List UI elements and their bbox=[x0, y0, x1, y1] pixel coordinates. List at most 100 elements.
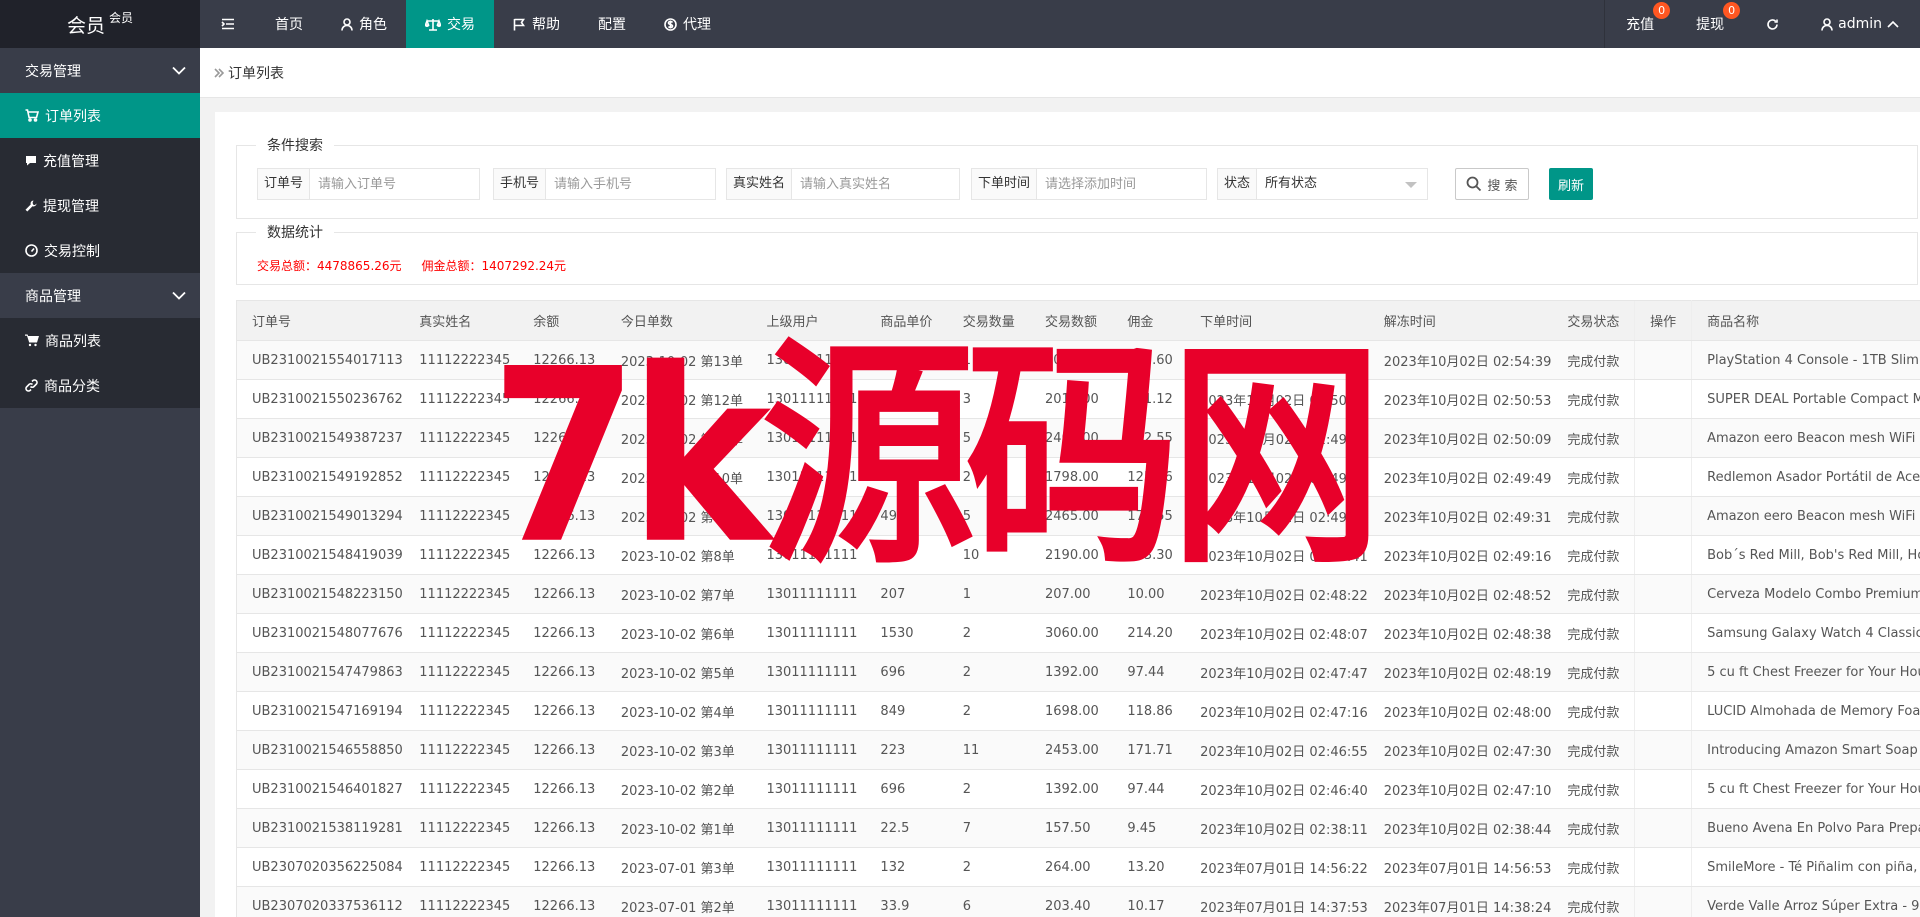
order-time-field: 下单时间 bbox=[971, 168, 1207, 200]
recharge-button[interactable]: 充值 0 bbox=[1604, 0, 1675, 48]
user-icon bbox=[1821, 17, 1833, 31]
cell-unit-price: 2015 bbox=[865, 340, 948, 380]
table-row[interactable]: UB2310021548077676 11112222345 12266.13 202… bbox=[236, 613, 1920, 653]
cell-actions[interactable] bbox=[1634, 691, 1693, 731]
cell-unfreeze-time: 2023年10月02日 02:48:38 bbox=[1368, 613, 1553, 653]
sidebar-group-trade[interactable]: 交易管理 bbox=[0, 48, 200, 93]
cell-order-id: UB2310021548419039 bbox=[236, 535, 405, 575]
cell-actions[interactable] bbox=[1634, 769, 1693, 809]
table-row[interactable]: UB2310021546558850 11112222345 12266.13 202… bbox=[236, 730, 1920, 770]
table-row[interactable]: UB2310021549192852 11112222345 12266.13 202… bbox=[236, 457, 1920, 497]
cell-actions[interactable] bbox=[1634, 847, 1693, 887]
cell-balance: 12266.13 bbox=[518, 457, 606, 497]
cell-actions[interactable] bbox=[1634, 808, 1693, 848]
column-header: 今日单数 bbox=[605, 300, 752, 341]
nav-trade[interactable]: 交易 bbox=[406, 0, 494, 48]
table-row[interactable]: UB2307020337536112 11112222345 12266.13 202… bbox=[236, 886, 1920, 917]
table-row[interactable]: UB2307020356225084 11112222345 12266.13 202… bbox=[236, 847, 1920, 887]
table-row[interactable]: UB2310021548223150 11112222345 12266.13 202… bbox=[236, 574, 1920, 614]
status-select-value: 所有状态 bbox=[1265, 176, 1318, 191]
cell-parent-user: 13011111111 bbox=[751, 691, 866, 731]
cell-order-time: 2023年10月02日 02:49:19 bbox=[1185, 457, 1369, 497]
cell-actions[interactable] bbox=[1634, 340, 1693, 380]
cell-quantity: 5 bbox=[947, 418, 1031, 458]
table-row[interactable]: UB2310021546401827 11112222345 12266.13 202… bbox=[236, 769, 1920, 809]
cell-amount: 157.50 bbox=[1030, 808, 1113, 848]
sidebar: 交易管理 订单列表 充值管理 提现管理 交易控制 商品管理 商品列表 商品分类 bbox=[0, 48, 200, 917]
cell-real-name: 11112222345 bbox=[404, 379, 519, 419]
search-button[interactable]: 搜 索 bbox=[1455, 168, 1529, 200]
cell-actions[interactable] bbox=[1634, 379, 1693, 419]
sidebar-item-trade-control[interactable]: 交易控制 bbox=[0, 228, 200, 273]
refresh-button[interactable]: 刷新 bbox=[1549, 168, 1593, 200]
refresh-page-button[interactable] bbox=[1745, 0, 1800, 48]
table-row[interactable]: UB2310021549013294 11112222345 12266.13 202… bbox=[236, 496, 1920, 536]
cell-unfreeze-time: 2023年10月02日 02:49:49 bbox=[1368, 457, 1553, 497]
nav-roles[interactable]: 角色 bbox=[322, 0, 406, 48]
cell-actions[interactable] bbox=[1634, 457, 1693, 497]
breadcrumb-current[interactable]: 订单列表 bbox=[228, 63, 284, 83]
sidebar-group-goods[interactable]: 商品管理 bbox=[0, 273, 200, 318]
cell-parent-user: 13011111111 bbox=[751, 847, 866, 887]
menu-toggle-button[interactable] bbox=[200, 0, 256, 48]
sidebar-item-goods-category[interactable]: 商品分类 bbox=[0, 363, 200, 408]
real-name-input[interactable] bbox=[792, 169, 959, 199]
user-menu[interactable]: admin bbox=[1800, 0, 1920, 48]
cell-product-name: PlayStation 4 Console - 1TB Slim Edition bbox=[1691, 340, 1920, 380]
sidebar-item-recharge[interactable]: 充值管理 bbox=[0, 138, 200, 183]
cell-today-count: 2023-10-02 第5单 bbox=[605, 652, 752, 692]
table-row[interactable]: UB2310021538119281 11112222345 12266.13 202… bbox=[236, 808, 1920, 848]
cell-unfreeze-time: 2023年10月02日 02:50:09 bbox=[1368, 418, 1553, 458]
table-row[interactable]: UB2310021547169194 11112222345 12266.13 202… bbox=[236, 691, 1920, 731]
nav-config[interactable]: 配置 bbox=[579, 0, 645, 48]
cell-product-name: Bueno Avena En Polvo Para Preparar Bebid… bbox=[1691, 808, 1920, 848]
sidebar-item-goods-list[interactable]: 商品列表 bbox=[0, 318, 200, 363]
withdraw-button[interactable]: 提现 0 bbox=[1675, 0, 1745, 48]
nav-home[interactable]: 首页 bbox=[256, 0, 322, 48]
sidebar-item-withdraw[interactable]: 提现管理 bbox=[0, 183, 200, 228]
phone-input[interactable] bbox=[546, 169, 715, 199]
cell-commission: 214.20 bbox=[1112, 613, 1186, 653]
order-time-input[interactable] bbox=[1037, 169, 1206, 199]
table-row[interactable]: UB2310021549387237 11112222345 12266.13 202… bbox=[236, 418, 1920, 458]
cell-actions[interactable] bbox=[1634, 652, 1693, 692]
cell-actions[interactable] bbox=[1634, 613, 1693, 653]
nav-help[interactable]: 帮助 bbox=[494, 0, 579, 48]
column-header: 佣金 bbox=[1112, 300, 1186, 341]
cell-actions[interactable] bbox=[1634, 730, 1693, 770]
cell-product-name: 5 cu ft Chest Freezer for Your House, Ga… bbox=[1691, 769, 1920, 809]
column-header: 上级用户 bbox=[751, 300, 866, 341]
table-row[interactable]: UB2310021547479863 11112222345 12266.13 202… bbox=[236, 652, 1920, 692]
cell-real-name: 11112222345 bbox=[404, 613, 519, 653]
nav-config-label: 配置 bbox=[598, 17, 626, 33]
cell-trade-status: 完成付款 bbox=[1552, 769, 1635, 809]
table-row[interactable]: UB2310021548419039 11112222345 12266.13 202… bbox=[236, 535, 1920, 575]
logo[interactable]: 会员 会员 bbox=[0, 0, 200, 48]
table-body: UB2310021554017113 11112222345 12266.13 202… bbox=[236, 340, 1920, 917]
cell-commission: 10.17 bbox=[1112, 886, 1186, 917]
table-row[interactable]: UB2310021550236762 11112222345 12266.13 202… bbox=[236, 379, 1920, 419]
cell-actions[interactable] bbox=[1634, 496, 1693, 536]
cell-balance: 12266.13 bbox=[518, 691, 606, 731]
cell-actions[interactable] bbox=[1634, 418, 1693, 458]
cell-balance: 12266.13 bbox=[518, 847, 606, 887]
cell-unfreeze-time: 2023年10月02日 02:50:53 bbox=[1368, 379, 1553, 419]
nav-agent[interactable]: 代理 bbox=[645, 0, 730, 48]
cell-today-count: 2023-10-02 第2单 bbox=[605, 769, 752, 809]
table-row[interactable]: UB2310021554017113 11112222345 12266.13 202… bbox=[236, 340, 1920, 380]
order-number-field: 订单号 bbox=[257, 168, 480, 200]
cell-amount: 1798.00 bbox=[1030, 457, 1113, 497]
cell-balance: 12266.13 bbox=[518, 652, 606, 692]
status-select[interactable]: 所有状态 bbox=[1257, 169, 1427, 199]
cell-unfreeze-time: 2023年07月01日 14:56:53 bbox=[1368, 847, 1553, 887]
order-number-input[interactable] bbox=[310, 169, 479, 199]
cell-actions[interactable] bbox=[1634, 535, 1693, 575]
chevron-down-icon bbox=[172, 66, 186, 75]
cell-order-id: UB2310021547169194 bbox=[236, 691, 405, 731]
cell-trade-status: 完成付款 bbox=[1552, 457, 1635, 497]
cell-actions[interactable] bbox=[1634, 574, 1693, 614]
sidebar-item-order-list[interactable]: 订单列表 bbox=[0, 93, 200, 138]
nav-roles-label: 角色 bbox=[359, 17, 387, 33]
search-button-label: 搜 索 bbox=[1487, 178, 1518, 194]
cell-actions[interactable] bbox=[1634, 886, 1693, 917]
